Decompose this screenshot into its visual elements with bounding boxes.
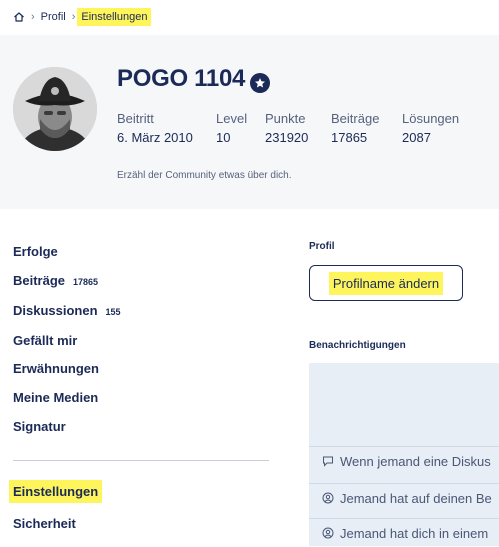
nav-item-label: Erwähnungen [13, 361, 99, 376]
stat-solutions: Lösungen 2087 [402, 111, 459, 145]
stat-label: Beiträge [331, 111, 380, 126]
notification-row[interactable]: Jemand hat dich in einem [309, 518, 499, 547]
stat-label: Beitritt [117, 111, 154, 126]
stat-value: 231920 [265, 130, 309, 145]
nav-item-label: Signatur [13, 419, 66, 434]
nav-item-mentions[interactable]: Erwähnungen [13, 361, 99, 376]
chevron-right-icon: › [31, 11, 35, 23]
breadcrumb-profile-link[interactable]: Profil [41, 11, 66, 23]
notification-row[interactable]: Jemand hat auf deinen Be [309, 483, 499, 512]
nav-item-achievements[interactable]: Erfolge [13, 244, 58, 259]
notification-label: Jemand hat auf deinen Be [340, 490, 492, 506]
stat-label: Level [216, 111, 248, 126]
nav-item-discussions[interactable]: Diskussionen 155 [13, 303, 121, 318]
comment-icon [323, 456, 333, 467]
chevron-right-icon: › [71, 11, 76, 23]
button-label: Profilname ändern [328, 271, 444, 295]
nav-item-settings[interactable]: Einstellungen [9, 480, 103, 503]
stat-label: Punkte [265, 111, 306, 126]
notification-label: Jemand hat dich in einem [340, 525, 489, 541]
change-profile-name-button[interactable]: Profilname ändern [309, 265, 463, 301]
notifications-section-title: Benachrichtigungen [309, 340, 406, 351]
nav-item-label: Beiträge [13, 273, 66, 288]
stat-value: 17865 [331, 130, 368, 145]
stat-value: 10 [216, 130, 231, 145]
nav-item-label: Meine Medien [13, 390, 99, 405]
profile-header: POGO 1104 Beitritt 6. März 2010 Level 10… [0, 35, 499, 209]
stat-joined: Beitritt 6. März 2010 [117, 111, 193, 145]
stat-value: 6. März 2010 [117, 130, 193, 145]
user-icon [322, 527, 334, 539]
profile-section-title: Profil [309, 241, 335, 252]
stat-points: Punkte 231920 [265, 111, 308, 145]
nav-item-label: Diskussionen [13, 303, 98, 318]
nav-item-posts[interactable]: Beiträge 17865 [13, 273, 98, 288]
nav-item-count: 17865 [73, 277, 99, 287]
nav-item-label: Gefällt mir [13, 333, 78, 348]
nav-item-label: Erfolge [13, 244, 58, 259]
nav-item-label: Sicherheit [13, 516, 76, 531]
nav-divider [13, 460, 269, 461]
profile-username: POGO 1104 [117, 65, 246, 92]
bio-text[interactable]: Erzähl der Community etwas über dich. [117, 170, 292, 181]
nav-item-signature[interactable]: Signatur [13, 419, 66, 434]
avatar-image [13, 67, 97, 151]
stat-level: Level 10 [216, 111, 247, 145]
home-icon[interactable] [13, 11, 25, 23]
rank-star-icon [250, 73, 270, 93]
stat-value: 2087 [402, 130, 431, 145]
notification-label: Wenn jemand eine Diskus [340, 453, 491, 469]
nav-item-label: Einstellungen [9, 480, 103, 503]
stat-posts: Beiträge 17865 [331, 111, 379, 145]
nav-item-media[interactable]: Meine Medien [13, 390, 98, 405]
nav-item-count: 155 [105, 307, 121, 317]
stat-label: Lösungen [402, 111, 460, 126]
avatar[interactable] [13, 67, 97, 151]
nav-item-likes[interactable]: Gefällt mir [13, 333, 77, 348]
nav-item-security[interactable]: Sicherheit [13, 516, 76, 531]
breadcrumb: › Profil › Einstellungen [13, 8, 152, 26]
breadcrumb-current: Einstellungen [77, 8, 152, 26]
user-icon [322, 492, 334, 504]
notification-row[interactable]: Wenn jemand eine Diskus [309, 446, 499, 475]
